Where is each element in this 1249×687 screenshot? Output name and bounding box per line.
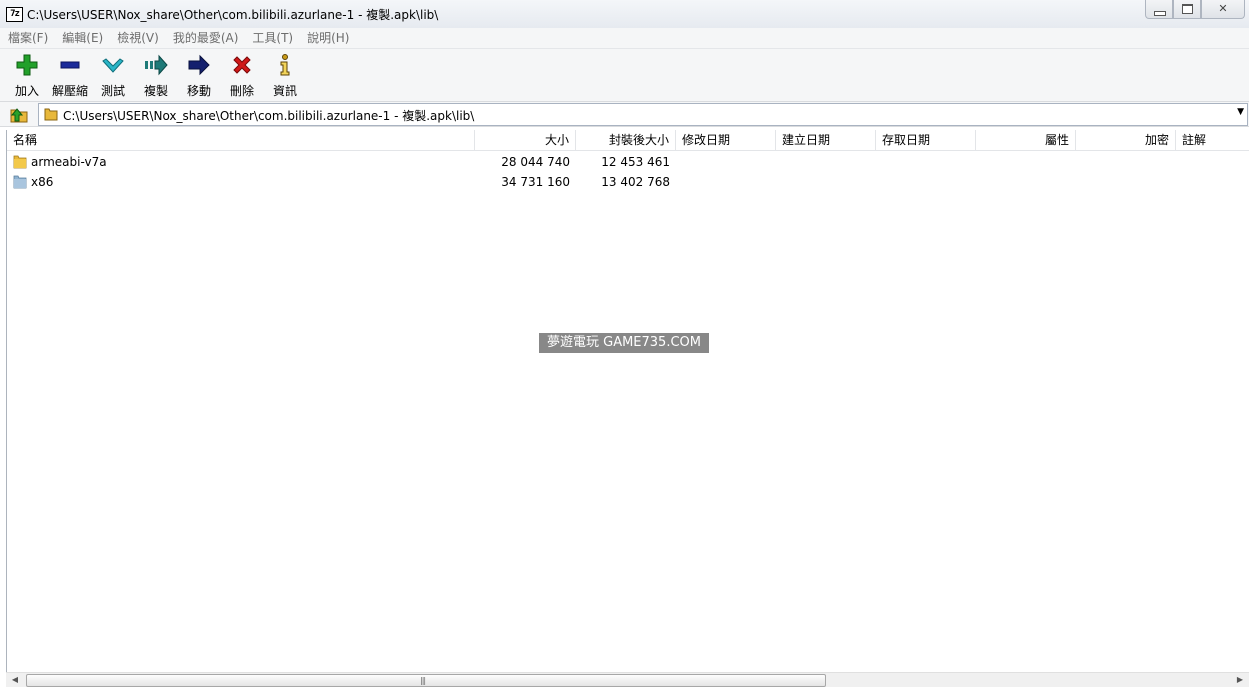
window-title: C:\Users\USER\Nox_share\Other\com.bilibi…	[27, 8, 439, 22]
folder-icon	[13, 155, 27, 169]
column-header-size[interactable]: 大小	[475, 130, 576, 150]
move-label: 移動	[186, 84, 211, 98]
address-field[interactable]: C:\Users\USER\Nox_share\Other\com.bilibi…	[38, 103, 1248, 126]
move-button[interactable]: 移動	[179, 53, 219, 99]
column-header-name[interactable]: 名稱	[7, 130, 475, 150]
copy-label: 複製	[143, 84, 168, 98]
close-button[interactable]: ✕	[1201, 0, 1245, 19]
file-list[interactable]: 名稱 大小 封裝後大小 修改日期 建立日期 存取日期 屬性 加密 註解 arme…	[6, 130, 1249, 672]
info-icon	[280, 54, 290, 76]
menu-favorites[interactable]: 我的最愛(A)	[167, 28, 245, 48]
address-bar: C:\Users\USER\Nox_share\Other\com.bilibi…	[0, 102, 1249, 127]
minimize-icon	[1154, 11, 1166, 16]
file-row[interactable]: x86 34 731 160 13 402 768	[7, 172, 1249, 192]
horizontal-scrollbar[interactable]: ◀ ||| ▶	[6, 672, 1249, 687]
file-size: 34 731 160	[501, 175, 570, 189]
column-header-modified[interactable]: 修改日期	[676, 130, 776, 150]
menu-file[interactable]: 檔案(F)	[2, 28, 54, 48]
scroll-left-icon[interactable]: ◀	[9, 675, 21, 685]
file-packed-size: 13 402 768	[601, 175, 670, 189]
info-button[interactable]: 資訊	[265, 53, 305, 99]
move-arrow-icon	[188, 54, 210, 76]
minus-icon	[60, 61, 80, 69]
add-button[interactable]: 加入	[7, 53, 47, 99]
test-label: 測試	[100, 84, 125, 98]
title-bar[interactable]: 7z C:\Users\USER\Nox_share\Other\com.bil…	[0, 0, 1249, 29]
column-header-comment[interactable]: 註解	[1176, 130, 1249, 150]
delete-button[interactable]: 刪除	[222, 53, 262, 99]
extract-button[interactable]: 解壓縮	[50, 53, 90, 99]
column-header-row: 名稱 大小 封裝後大小 修改日期 建立日期 存取日期 屬性 加密 註解	[7, 130, 1249, 151]
menu-bar: 檔案(F) 編輯(E) 檢視(V) 我的最愛(A) 工具(T) 說明(H)	[0, 28, 1249, 49]
menu-edit[interactable]: 編輯(E)	[56, 28, 109, 48]
maximize-button[interactable]	[1173, 0, 1201, 19]
menu-tools[interactable]: 工具(T)	[246, 28, 299, 48]
folder-icon	[44, 108, 58, 121]
file-row[interactable]: armeabi-v7a 28 044 740 12 453 461	[7, 152, 1249, 172]
up-folder-icon	[10, 108, 28, 123]
delete-x-icon	[233, 56, 251, 74]
info-label: 資訊	[272, 84, 297, 98]
address-path[interactable]: C:\Users\USER\Nox_share\Other\com.bilibi…	[63, 107, 474, 124]
column-header-packed-size[interactable]: 封裝後大小	[576, 130, 676, 150]
watermark: 夢遊電玩 GAME735.COM	[539, 333, 709, 353]
column-header-created[interactable]: 建立日期	[776, 130, 876, 150]
plus-icon	[16, 54, 38, 76]
menu-view[interactable]: 檢視(V)	[111, 28, 165, 48]
column-header-accessed[interactable]: 存取日期	[876, 130, 976, 150]
add-label: 加入	[14, 84, 39, 98]
toolbar: 加入 解壓縮 測試 複製 移動 刪除 資訊	[0, 49, 1249, 102]
extract-label: 解壓縮	[51, 84, 88, 98]
file-name: x86	[31, 175, 54, 189]
copy-button[interactable]: 複製	[136, 53, 176, 99]
delete-label: 刪除	[229, 84, 254, 98]
address-dropdown-icon[interactable]: ▼	[1237, 107, 1244, 117]
scrollbar-thumb[interactable]: |||	[26, 674, 826, 687]
column-header-encrypted[interactable]: 加密	[1076, 130, 1176, 150]
scroll-right-icon[interactable]: ▶	[1234, 675, 1246, 685]
minimize-button[interactable]	[1145, 0, 1173, 19]
test-button[interactable]: 測試	[93, 53, 133, 99]
folder-icon	[13, 175, 27, 189]
app-icon[interactable]: 7z	[6, 7, 23, 22]
column-header-attributes[interactable]: 屬性	[976, 130, 1076, 150]
close-icon: ✕	[1218, 2, 1228, 15]
window-controls: ✕	[1145, 0, 1245, 20]
copy-arrow-icon	[145, 54, 168, 76]
maximize-icon	[1182, 4, 1193, 14]
check-icon	[102, 58, 124, 73]
file-packed-size: 12 453 461	[601, 155, 670, 169]
up-folder-button[interactable]	[8, 104, 30, 124]
menu-help[interactable]: 說明(H)	[301, 28, 355, 48]
file-size: 28 044 740	[501, 155, 570, 169]
scrollbar-grip-icon: |||	[420, 676, 426, 685]
file-name: armeabi-v7a	[31, 155, 107, 169]
